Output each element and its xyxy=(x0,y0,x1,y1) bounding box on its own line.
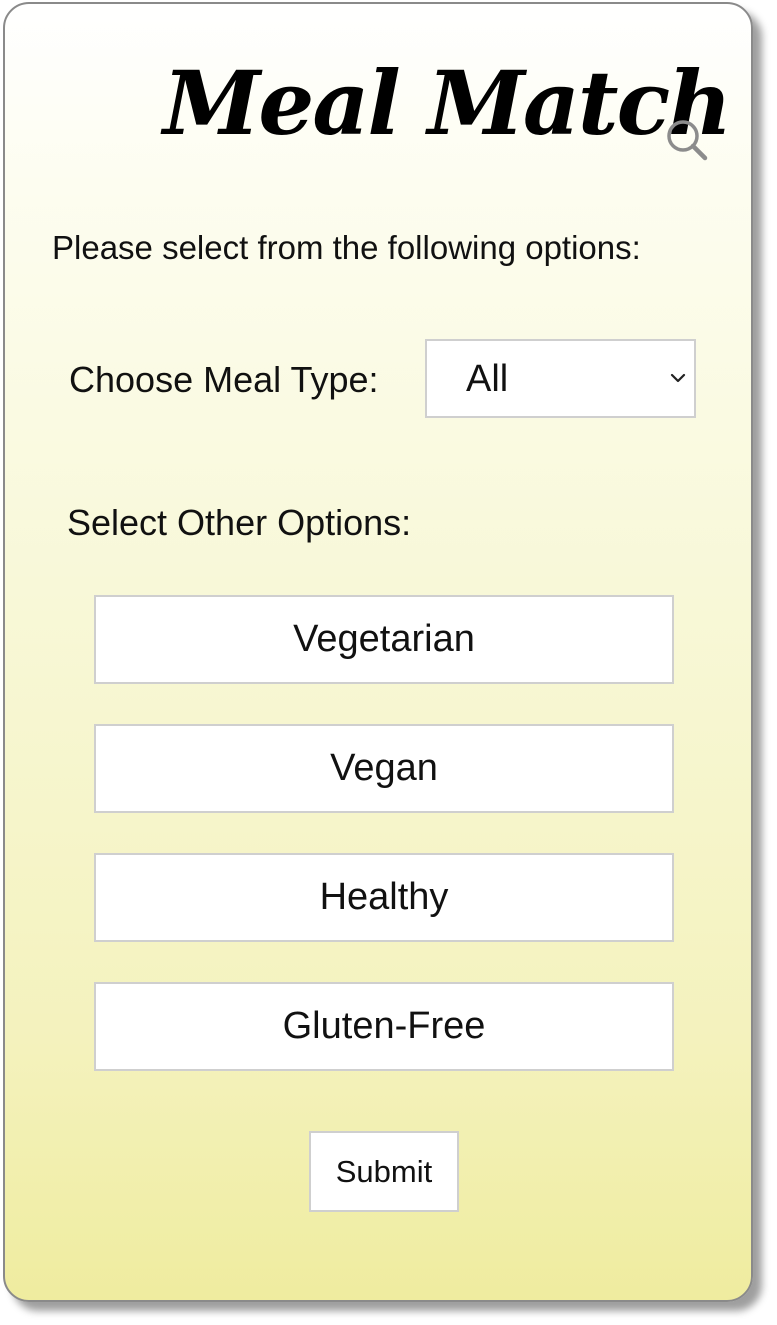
other-options-label: Select Other Options: xyxy=(67,502,412,543)
chevron-down-icon xyxy=(670,373,686,383)
meal-type-select[interactable]: All xyxy=(425,339,696,418)
meal-match-card: Meal Match Please select from the follow… xyxy=(3,2,753,1302)
meal-type-selected-value: All xyxy=(466,358,509,400)
instructions-text: Please select from the following options… xyxy=(52,229,641,266)
vegan-option-button[interactable]: Vegan xyxy=(94,724,674,813)
vegetarian-option-button[interactable]: Vegetarian xyxy=(94,595,674,684)
meal-type-label: Choose Meal Type: xyxy=(69,359,379,400)
search-icon xyxy=(667,120,708,161)
submit-button[interactable]: Submit xyxy=(309,1131,459,1212)
search-button[interactable] xyxy=(663,117,711,163)
app-title: Meal Match xyxy=(163,51,732,155)
healthy-option-button[interactable]: Healthy xyxy=(94,853,674,942)
gluten-free-option-button[interactable]: Gluten-Free xyxy=(94,982,674,1071)
